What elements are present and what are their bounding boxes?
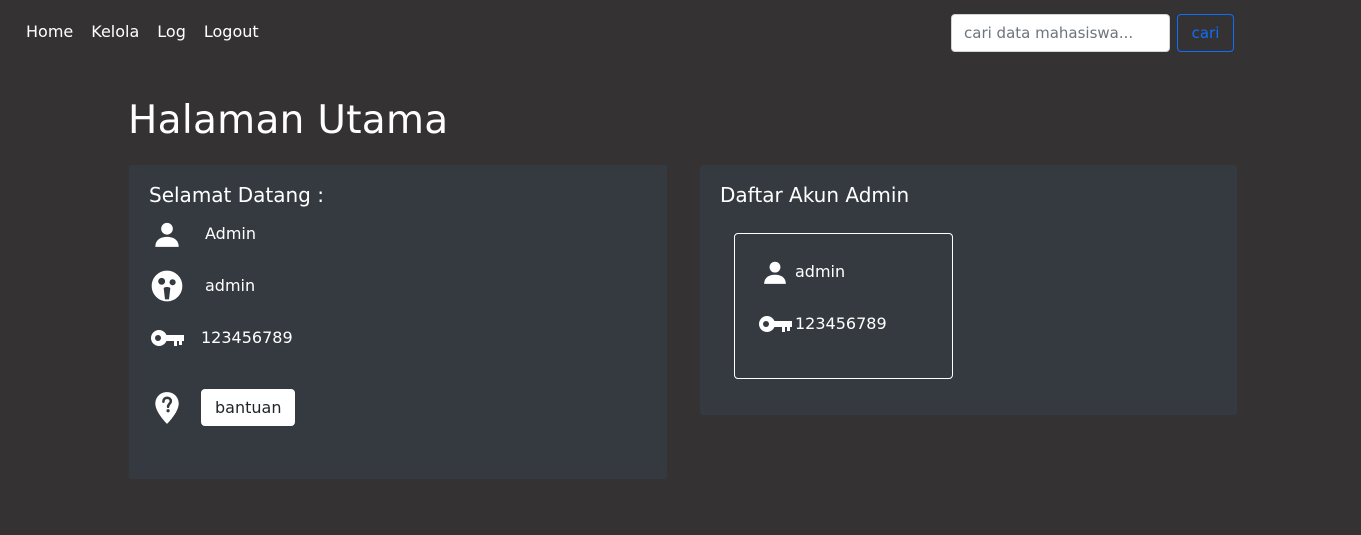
help-row: bantuan (149, 389, 296, 426)
admin-list-card: Daftar Akun Admin admin 123456789 (700, 165, 1237, 415)
name-row: Admin (149, 216, 256, 252)
nav-kelola-link[interactable]: Kelola (91, 21, 139, 43)
location-question-icon (149, 390, 185, 426)
key-icon (149, 320, 185, 356)
user-icon (149, 216, 185, 252)
welcome-password: 123456789 (201, 328, 293, 347)
nav-log-link[interactable]: Log (157, 21, 186, 43)
page-title: Halaman Utama (128, 98, 449, 143)
search-button[interactable]: cari (1177, 14, 1234, 52)
welcome-card: Selamat Datang : Admin admin 123456789 b… (129, 165, 667, 479)
admin-account-box: admin 123456789 (734, 233, 953, 379)
welcome-username: admin (205, 276, 256, 295)
welcome-name: Admin (205, 224, 256, 243)
nav-home-link[interactable]: Home (26, 21, 73, 43)
key-icon (756, 306, 794, 342)
admin-password-row: 123456789 (756, 306, 887, 342)
admin-account-username: admin (795, 262, 846, 281)
user-icon (756, 254, 794, 290)
password-row: 123456789 (149, 320, 293, 356)
help-button[interactable]: bantuan (201, 389, 296, 426)
search-input[interactable] (951, 14, 1170, 52)
search-form: cari (951, 14, 1234, 52)
username-row: admin (149, 268, 255, 304)
admin-list-heading: Daftar Akun Admin (720, 183, 910, 207)
nav-links: Home Kelola Log Logout (26, 21, 259, 43)
admin-username-row: admin (756, 254, 845, 290)
user-circle-icon (149, 268, 185, 304)
nav-logout-link[interactable]: Logout (204, 21, 259, 43)
welcome-heading: Selamat Datang : (149, 183, 324, 207)
admin-account-password: 123456789 (795, 314, 887, 333)
navbar: Home Kelola Log Logout cari (0, 0, 1361, 64)
